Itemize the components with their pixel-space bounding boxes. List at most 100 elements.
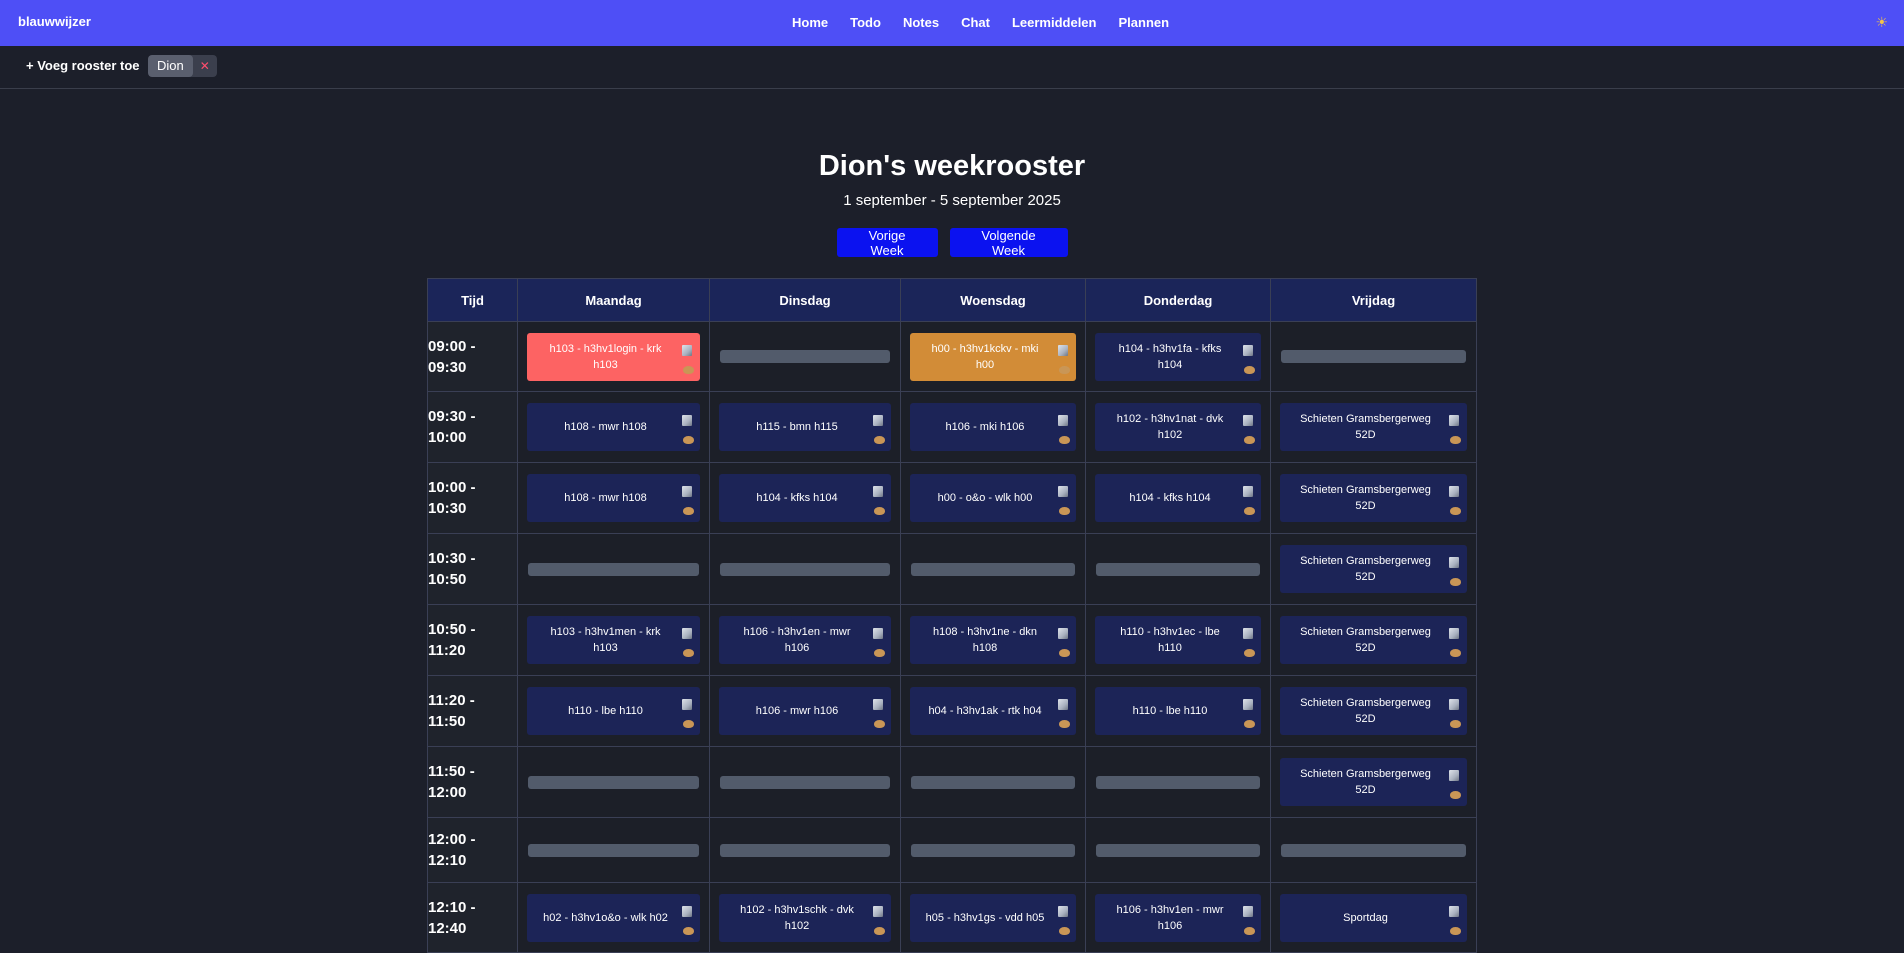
palette-icon[interactable] bbox=[1450, 791, 1461, 799]
lesson-card[interactable]: h04 - h3hv1ak - rtk h04 bbox=[910, 687, 1076, 735]
note-icon[interactable] bbox=[682, 344, 692, 356]
note-icon[interactable] bbox=[682, 905, 692, 917]
note-icon[interactable] bbox=[1449, 699, 1459, 710]
palette-icon[interactable] bbox=[1059, 507, 1070, 515]
note-icon[interactable] bbox=[1243, 344, 1253, 356]
lesson-card[interactable]: Schieten Gramsbergerweg 52D bbox=[1280, 474, 1467, 522]
note-icon[interactable] bbox=[1449, 486, 1459, 497]
rooster-chip[interactable]: Dion ✕ bbox=[148, 55, 217, 77]
palette-icon[interactable] bbox=[1450, 507, 1461, 515]
palette-icon[interactable] bbox=[874, 649, 885, 657]
palette-icon[interactable] bbox=[1244, 926, 1255, 935]
lesson-card[interactable]: h108 - mwr h108 bbox=[527, 403, 700, 451]
lesson-card[interactable]: h106 - mwr h106 bbox=[719, 687, 891, 735]
palette-icon[interactable] bbox=[1450, 720, 1461, 728]
palette-icon[interactable] bbox=[683, 649, 694, 657]
palette-icon[interactable] bbox=[683, 365, 694, 374]
lesson-card[interactable]: Schieten Gramsbergerweg 52D bbox=[1280, 687, 1467, 735]
note-icon[interactable] bbox=[1058, 905, 1068, 917]
note-icon[interactable] bbox=[1449, 628, 1459, 639]
palette-icon[interactable] bbox=[1059, 926, 1070, 935]
lesson-card[interactable]: h102 - h3hv1schk - dvk h102 bbox=[719, 893, 891, 942]
nav-home[interactable]: Home bbox=[792, 15, 828, 30]
note-icon[interactable] bbox=[682, 415, 692, 426]
sun-icon[interactable]: ☀ bbox=[1875, 14, 1888, 31]
lesson-card[interactable]: Schieten Gramsbergerweg 52D bbox=[1280, 616, 1467, 664]
note-icon[interactable] bbox=[1449, 557, 1459, 568]
lesson-card[interactable]: h05 - h3hv1gs - vdd h05 bbox=[910, 893, 1076, 942]
lesson-card[interactable]: h103 - h3hv1men - krk h103 bbox=[527, 616, 700, 664]
palette-icon[interactable] bbox=[1244, 436, 1255, 444]
note-icon[interactable] bbox=[1243, 415, 1253, 426]
palette-icon[interactable] bbox=[683, 507, 694, 515]
palette-icon[interactable] bbox=[1059, 365, 1070, 374]
lesson-card[interactable]: h106 - h3hv1en - mwr h106 bbox=[719, 616, 891, 664]
note-icon[interactable] bbox=[682, 486, 692, 497]
palette-icon[interactable] bbox=[683, 436, 694, 444]
lesson-card[interactable]: h106 - h3hv1en - mwr h106 bbox=[1095, 893, 1261, 942]
palette-icon[interactable] bbox=[874, 720, 885, 728]
lesson-card[interactable]: h110 - h3hv1ec - lbe h110 bbox=[1095, 616, 1261, 664]
note-icon[interactable] bbox=[1449, 905, 1459, 917]
lesson-card[interactable]: Schieten Gramsbergerweg 52D bbox=[1280, 545, 1467, 593]
nav-leermiddelen[interactable]: Leermiddelen bbox=[1012, 15, 1097, 30]
lesson-card[interactable]: h108 - mwr h108 bbox=[527, 474, 700, 522]
note-icon[interactable] bbox=[1058, 699, 1068, 710]
note-icon[interactable] bbox=[1058, 415, 1068, 426]
add-rooster-button[interactable]: + Voeg rooster toe bbox=[26, 58, 140, 73]
lesson-card[interactable]: h00 - o&o - wlk h00 bbox=[910, 474, 1076, 522]
close-icon[interactable]: ✕ bbox=[193, 59, 217, 73]
note-icon[interactable] bbox=[1243, 905, 1253, 917]
palette-icon[interactable] bbox=[1450, 926, 1461, 935]
note-icon[interactable] bbox=[1058, 628, 1068, 639]
rooster-chip-label[interactable]: Dion bbox=[148, 55, 193, 77]
note-icon[interactable] bbox=[682, 699, 692, 710]
note-icon[interactable] bbox=[1449, 770, 1459, 781]
note-icon[interactable] bbox=[1243, 699, 1253, 710]
palette-icon[interactable] bbox=[1244, 507, 1255, 515]
next-week-button[interactable]: Volgende Week bbox=[949, 228, 1068, 258]
lesson-card[interactable]: h108 - h3hv1ne - dkn h108 bbox=[910, 616, 1076, 664]
lesson-card[interactable]: h104 - kfks h104 bbox=[1095, 474, 1261, 522]
previous-week-button[interactable]: Vorige Week bbox=[836, 228, 938, 258]
note-icon[interactable] bbox=[682, 628, 692, 639]
lesson-card[interactable]: h106 - mki h106 bbox=[910, 403, 1076, 451]
lesson-card[interactable]: Schieten Gramsbergerweg 52D bbox=[1280, 758, 1467, 806]
palette-icon[interactable] bbox=[683, 926, 694, 935]
lesson-card[interactable]: h00 - h3hv1kckv - mki h00 bbox=[910, 332, 1076, 381]
note-icon[interactable] bbox=[873, 415, 883, 426]
note-icon[interactable] bbox=[1243, 486, 1253, 497]
palette-icon[interactable] bbox=[874, 436, 885, 444]
lesson-card[interactable]: h102 - h3hv1nat - dvk h102 bbox=[1095, 403, 1261, 451]
lesson-card[interactable]: h104 - kfks h104 bbox=[719, 474, 891, 522]
lesson-card[interactable]: h104 - h3hv1fa - kfks h104 bbox=[1095, 332, 1261, 381]
nav-chat[interactable]: Chat bbox=[961, 15, 990, 30]
note-icon[interactable] bbox=[1243, 628, 1253, 639]
palette-icon[interactable] bbox=[1059, 436, 1070, 444]
palette-icon[interactable] bbox=[1450, 578, 1461, 586]
note-icon[interactable] bbox=[1449, 415, 1459, 426]
lesson-card[interactable]: h110 - lbe h110 bbox=[527, 687, 700, 735]
palette-icon[interactable] bbox=[683, 720, 694, 728]
nav-plannen[interactable]: Plannen bbox=[1118, 15, 1169, 30]
note-icon[interactable] bbox=[873, 905, 883, 917]
note-icon[interactable] bbox=[873, 486, 883, 497]
palette-icon[interactable] bbox=[1450, 649, 1461, 657]
note-icon[interactable] bbox=[873, 628, 883, 639]
palette-icon[interactable] bbox=[1059, 649, 1070, 657]
palette-icon[interactable] bbox=[874, 926, 885, 935]
palette-icon[interactable] bbox=[1244, 365, 1255, 374]
palette-icon[interactable] bbox=[1450, 436, 1461, 444]
brand-logo[interactable]: blauwwijzer bbox=[18, 14, 91, 29]
lesson-card[interactable]: h115 - bmn h115 bbox=[719, 403, 891, 451]
palette-icon[interactable] bbox=[1244, 720, 1255, 728]
lesson-card[interactable]: Sportdag bbox=[1280, 893, 1467, 942]
note-icon[interactable] bbox=[873, 699, 883, 710]
nav-todo[interactable]: Todo bbox=[850, 15, 881, 30]
palette-icon[interactable] bbox=[1244, 649, 1255, 657]
lesson-card[interactable]: h103 - h3hv1login - krk h103 bbox=[527, 332, 700, 381]
lesson-card[interactable]: Schieten Gramsbergerweg 52D bbox=[1280, 403, 1467, 451]
nav-notes[interactable]: Notes bbox=[903, 15, 939, 30]
lesson-card[interactable]: h110 - lbe h110 bbox=[1095, 687, 1261, 735]
note-icon[interactable] bbox=[1058, 486, 1068, 497]
